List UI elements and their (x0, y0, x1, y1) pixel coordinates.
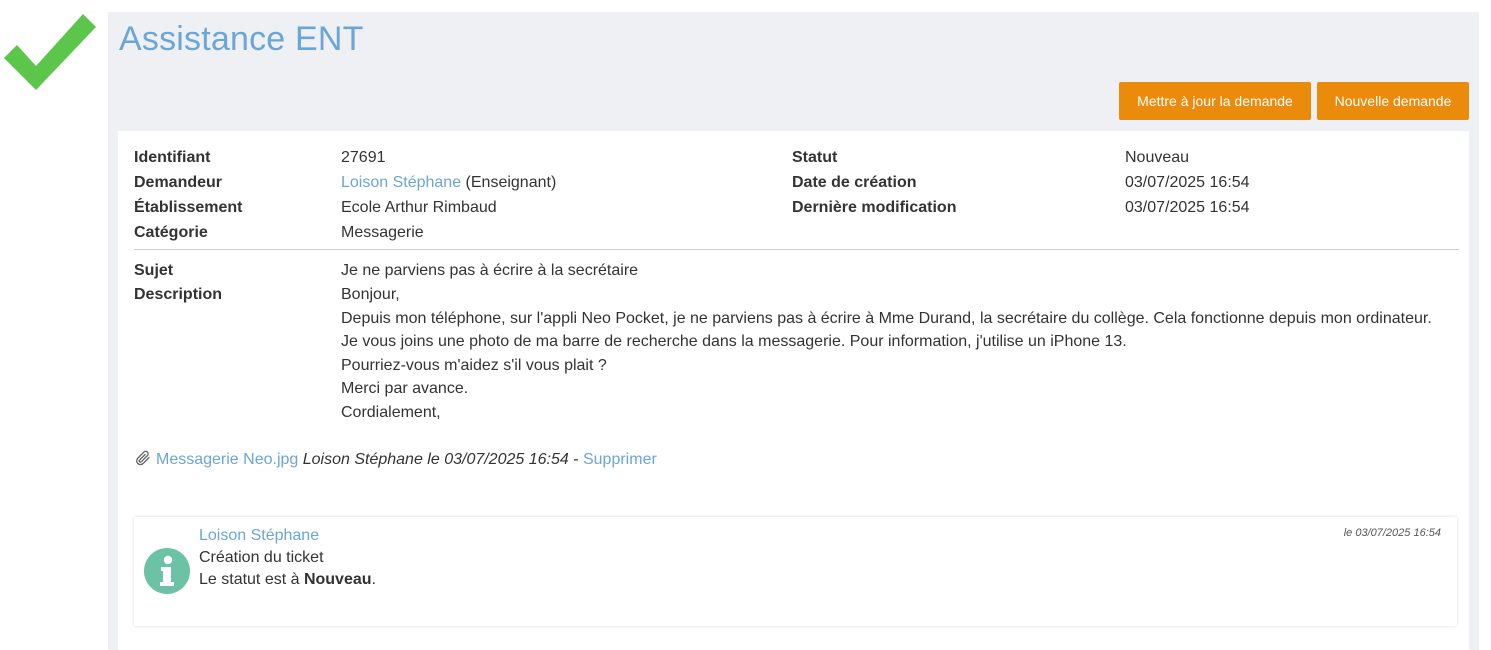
id-label: Identifiant (134, 149, 211, 166)
modified-value: 03/07/2025 16:54 (1125, 199, 1250, 216)
history-status-value: Nouveau (303, 571, 372, 588)
subject-value: Je ne parviens pas à écrire à la secréta… (341, 262, 639, 279)
new-request-button[interactable]: Nouvelle demande (1317, 82, 1469, 120)
history-date: le 03/07/2025 16:54 (1343, 527, 1441, 539)
ticket-info: Identifiant 27691 Statut Nouveau Demande… (134, 145, 1459, 245)
description-line: Cordialement, (341, 403, 441, 421)
history-content: Loison Stéphane Création du ticket Le st… (199, 525, 376, 591)
description-line: Depuis mon téléphone, sur l'appli Neo Po… (341, 309, 1432, 327)
history-status: Le statut est à Nouveau. (199, 571, 376, 588)
requester-value: Loison Stéphane (Enseignant) (341, 170, 556, 195)
attachment-row: Messagerie Neo.jpg Loison Stéphane le 03… (134, 449, 657, 471)
subject-description: Sujet Je ne parviens pas à écrire à la s… (134, 259, 1464, 421)
school-value: Ecole Arthur Rimbaud (341, 199, 497, 216)
support-panel: Assistance ENT Mettre à jour la demande … (108, 12, 1479, 650)
info-row: Catégorie Messagerie (134, 220, 1459, 245)
delete-attachment-link[interactable]: Supprimer (583, 451, 657, 468)
attachment-meta: Loison Stéphane le 03/07/2025 16:54 (302, 451, 569, 468)
paperclip-icon (136, 450, 150, 466)
subject-row: Sujet Je ne parviens pas à écrire à la s… (134, 259, 1464, 283)
ticket-card: Identifiant 27691 Statut Nouveau Demande… (118, 131, 1469, 650)
modified-label: Dernière modification (792, 199, 957, 216)
attachment-link[interactable]: Messagerie Neo.jpg (156, 451, 298, 468)
description-text: Bonjour, Depuis mon téléphone, sur l'app… (341, 283, 1432, 425)
category-value: Messagerie (341, 224, 424, 241)
requester-label: Demandeur (134, 174, 223, 191)
status-label: Statut (792, 149, 838, 166)
info-row: Identifiant 27691 Statut Nouveau (134, 145, 1459, 170)
description-line: Merci par avance. (341, 380, 469, 398)
info-icon (144, 548, 190, 594)
category-label: Catégorie (134, 224, 208, 241)
description-line: Je vous joins une photo de ma barre de r… (341, 333, 1127, 351)
requester-link[interactable]: Loison Stéphane (341, 174, 461, 191)
requester-role: (Enseignant) (461, 174, 557, 191)
created-value: 03/07/2025 16:54 (1125, 174, 1250, 191)
description-label: Description (134, 286, 223, 303)
history-action: Création du ticket (199, 549, 324, 566)
description-line: Bonjour, (341, 286, 400, 303)
page-title: Assistance ENT (119, 20, 364, 58)
description-line: Pourriez-vous m'aidez s'il vous plait ? (341, 356, 607, 374)
subject-label: Sujet (134, 262, 174, 279)
info-row: Demandeur Loison Stéphane (Enseignant) D… (134, 170, 1459, 195)
divider (134, 249, 1459, 250)
id-value: 27691 (341, 149, 386, 166)
school-label: Établissement (134, 199, 243, 216)
update-request-button[interactable]: Mettre à jour la demande (1119, 82, 1311, 120)
created-label: Date de création (792, 174, 917, 191)
info-row: Établissement Ecole Arthur Rimbaud Derni… (134, 195, 1459, 220)
attachment-separator: - (568, 451, 583, 468)
history-author[interactable]: Loison Stéphane (199, 527, 319, 544)
status-value: Nouveau (1125, 149, 1190, 166)
check-icon (4, 14, 96, 90)
history-entry: Loison Stéphane Création du ticket Le st… (134, 517, 1457, 626)
